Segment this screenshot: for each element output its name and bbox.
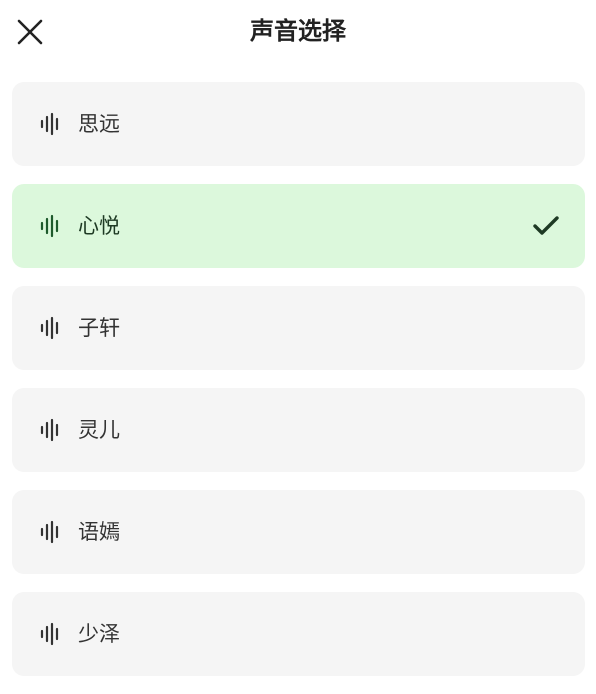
header: 声音选择 [0,0,596,64]
voice-item[interactable]: 语嫣 [12,490,585,574]
sound-wave-icon [38,315,64,341]
voice-item[interactable]: 子轩 [12,286,585,370]
voice-item-selected[interactable]: 心悦 [12,184,585,268]
page-title: 声音选择 [250,17,346,45]
sound-wave-icon [38,519,64,545]
voice-label: 语嫣 [78,520,120,544]
sound-wave-icon [38,417,64,443]
voice-item[interactable]: 思远 [12,82,585,166]
sound-wave-icon [38,111,64,137]
voice-label: 思远 [78,112,120,136]
voice-item[interactable]: 灵儿 [12,388,585,472]
sound-wave-icon [38,621,64,647]
sound-wave-icon [38,213,64,239]
voice-label: 灵儿 [78,418,120,442]
voice-list: 思远 心悦 子轩 灵儿 语嫣 少泽 [12,82,585,694]
checkmark-icon [533,215,559,237]
voice-item[interactable]: 少泽 [12,592,585,676]
voice-label: 少泽 [78,622,120,646]
voice-label: 心悦 [78,214,120,238]
voice-label: 子轩 [78,316,120,340]
